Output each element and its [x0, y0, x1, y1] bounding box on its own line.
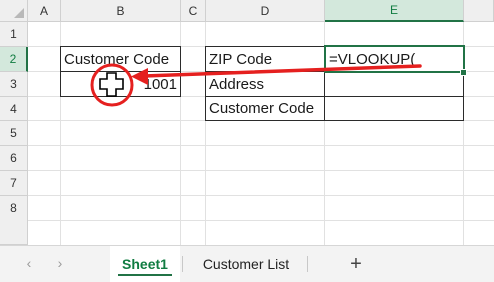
scroll-tabs-left-icon[interactable]: ‹	[20, 254, 38, 272]
annotation-arrow-line	[142, 64, 422, 78]
active-tab-underline	[118, 274, 172, 276]
tab-customer-list[interactable]: Customer List	[186, 246, 306, 282]
tab-separator	[307, 256, 308, 272]
tab-separator	[182, 256, 183, 272]
sheet-tab-bar: ‹ › Sheet1 Customer List +	[0, 245, 494, 282]
tab-sheet1-label: Sheet1	[122, 256, 168, 272]
spreadsheet-grid: A B C D E 1 2 3 4 5 6 7 8 Customer Code …	[0, 0, 494, 245]
tab-customer-list-label: Customer List	[202, 256, 290, 272]
tab-sheet1[interactable]: Sheet1	[110, 246, 180, 282]
annotation-arrowhead	[131, 68, 148, 85]
annotation-overlay	[90, 63, 422, 107]
add-sheet-button[interactable]: +	[344, 252, 368, 276]
scroll-tabs-right-icon[interactable]: ›	[51, 254, 69, 272]
cross-cursor-icon	[99, 72, 124, 97]
